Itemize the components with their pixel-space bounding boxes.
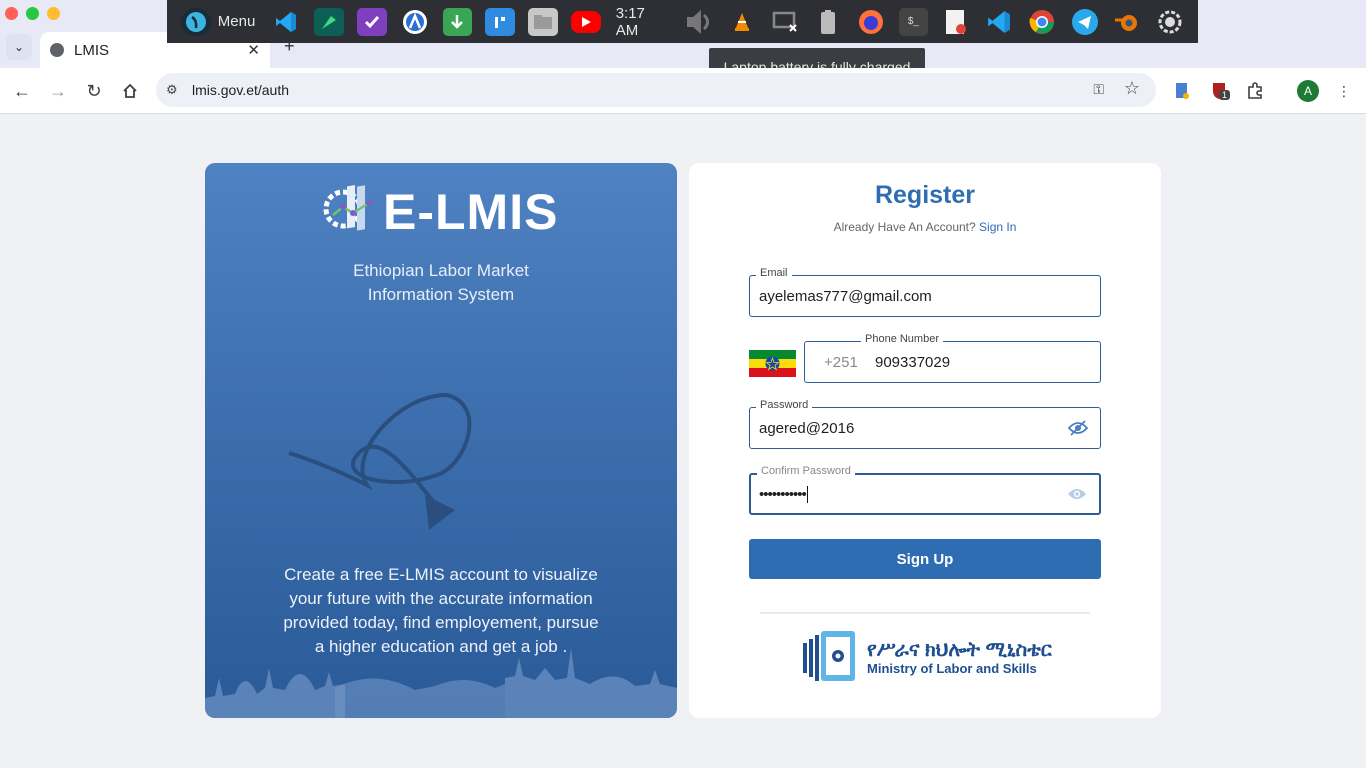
settings-icon[interactable] xyxy=(1155,8,1185,36)
close-tab-icon[interactable]: ✕ xyxy=(247,41,260,59)
vscode-icon[interactable] xyxy=(984,8,1014,36)
minimize-window-icon[interactable] xyxy=(47,7,60,20)
eye-slash-icon[interactable] xyxy=(1068,420,1088,436)
profile-avatar[interactable]: A xyxy=(1297,80,1319,102)
reload-icon: ↻ xyxy=(86,80,102,101)
subtitle-line-2: Information System xyxy=(367,285,515,304)
eye-icon[interactable] xyxy=(1067,486,1087,502)
bookmark-star-icon[interactable]: ☆ xyxy=(1124,78,1140,99)
password-value[interactable]: agered@2016 xyxy=(759,420,854,437)
elmis-logo: E-LMIS xyxy=(321,181,558,243)
password-label: Password xyxy=(756,399,813,411)
extension-badge: 1 xyxy=(1219,90,1231,100)
forward-button[interactable]: → xyxy=(45,78,71,104)
sign-up-button[interactable]: Sign Up xyxy=(749,539,1101,579)
home-icon xyxy=(123,83,137,98)
youtube-icon[interactable] xyxy=(570,10,601,33)
update-icon[interactable] xyxy=(442,7,473,36)
firefox-icon[interactable] xyxy=(856,8,886,36)
swirl-arrow-icon xyxy=(288,392,472,530)
tab-title: LMIS xyxy=(74,41,110,59)
register-title: Register xyxy=(874,181,976,209)
tab-search-button[interactable]: ⌄ xyxy=(6,34,32,60)
display-icon[interactable] xyxy=(770,8,800,36)
address-bar[interactable]: ⚙ lmis.gov.et/auth ⚿ ☆ xyxy=(156,73,1156,107)
ministry-logo: የሥራና ክህሎት ሚኒስቴር Ministry of Labor and Sk… xyxy=(801,631,1052,683)
more-menu-icon[interactable]: ⋮ xyxy=(1333,80,1355,102)
reload-button[interactable]: ↻ xyxy=(81,78,107,104)
register-card: Register Already Have An Account? Sign I… xyxy=(689,163,1161,718)
hero-panel: E-LMIS Ethiopian Labor Market Informatio… xyxy=(205,163,677,718)
ethiopia-flag-icon[interactable] xyxy=(749,350,796,377)
window-controls xyxy=(5,7,60,20)
mint-menu-icon[interactable] xyxy=(181,7,211,36)
telegram-icon[interactable] xyxy=(1070,8,1100,36)
appimage-icon[interactable] xyxy=(400,8,430,36)
close-window-icon[interactable] xyxy=(5,7,18,20)
account-prompt: Already Have An Account? xyxy=(833,220,976,234)
hero-subtitle: Ethiopian Labor Market Information Syste… xyxy=(205,259,677,307)
maximize-window-icon[interactable] xyxy=(26,7,39,20)
system-taskbar: Menu 3:17 AM $_ xyxy=(167,0,1198,43)
confirm-password-label: Confirm Password xyxy=(757,465,855,477)
phone-number-field[interactable]: Phone Number +251 909337029 xyxy=(804,333,1101,383)
confirm-password-field[interactable]: Confirm Password ••••••••••• xyxy=(749,465,1101,515)
subtitle-line-1: Ethiopian Labor Market xyxy=(353,261,529,280)
chevron-down-icon: ⌄ xyxy=(13,40,25,54)
url-text[interactable]: lmis.gov.et/auth xyxy=(192,82,289,98)
browser-toolbar: ← → ↻ ⚙ lmis.gov.et/auth ⚿ ☆ 1 ⋮ xyxy=(0,68,1366,114)
email-label: Email xyxy=(756,267,792,279)
divider xyxy=(760,612,1090,614)
extension-doc-icon[interactable] xyxy=(1171,80,1193,102)
email-field[interactable]: Email ayelemas777@gmail.com xyxy=(749,267,1101,317)
city-skyline-icon xyxy=(205,648,677,718)
password-field[interactable]: Password agered@2016 xyxy=(749,399,1101,449)
blender-icon[interactable] xyxy=(1113,8,1143,36)
jetbrains-icon[interactable] xyxy=(314,7,344,36)
home-button[interactable] xyxy=(117,78,143,104)
menu-label[interactable]: Menu xyxy=(218,13,256,30)
site-settings-icon[interactable]: ⚙ xyxy=(166,82,182,98)
phone-value[interactable]: 909337029 xyxy=(875,354,950,371)
page-content: E-LMIS Ethiopian Labor Market Informatio… xyxy=(0,114,1366,768)
chrome-icon[interactable] xyxy=(1027,8,1057,36)
key-icon[interactable]: ⚿ xyxy=(1093,81,1104,98)
brand-wordmark: E-LMIS xyxy=(383,184,559,240)
email-value[interactable]: ayelemas777@gmail.com xyxy=(759,288,932,305)
vscode-icon[interactable] xyxy=(271,8,301,36)
ministry-english: Ministry of Labor and Skills xyxy=(867,660,1037,676)
extension-shield-icon[interactable]: 1 xyxy=(1209,80,1231,102)
battery-icon[interactable] xyxy=(813,8,843,36)
extensions-puzzle-icon[interactable] xyxy=(1244,80,1266,102)
ministry-emblem-icon xyxy=(803,631,855,681)
signin-prompt: Already Have An Account? Sign In xyxy=(689,220,1161,234)
logo-gear-icon xyxy=(321,181,383,243)
signin-link[interactable]: Sign In xyxy=(979,220,1016,234)
text-editor-icon[interactable] xyxy=(941,8,971,36)
globe-icon xyxy=(50,43,64,57)
tasks-icon[interactable] xyxy=(356,7,387,36)
files-icon[interactable] xyxy=(528,7,558,36)
editor-icon[interactable] xyxy=(485,7,516,36)
phone-prefix: +251 xyxy=(824,354,858,371)
back-button[interactable]: ← xyxy=(9,78,35,104)
ministry-amharic: የሥራና ክህሎት ሚኒስቴር xyxy=(867,638,1052,661)
phone-label: Phone Number xyxy=(861,333,943,345)
clock[interactable]: 3:17 AM xyxy=(616,5,671,39)
vlc-icon[interactable] xyxy=(727,8,757,36)
arrow-left-icon: ← xyxy=(13,80,31,101)
volume-icon[interactable] xyxy=(684,8,714,36)
terminal-icon[interactable]: $_ xyxy=(898,7,929,36)
arrow-right-icon: → xyxy=(49,80,67,101)
confirm-password-value[interactable]: ••••••••••• xyxy=(759,486,808,503)
